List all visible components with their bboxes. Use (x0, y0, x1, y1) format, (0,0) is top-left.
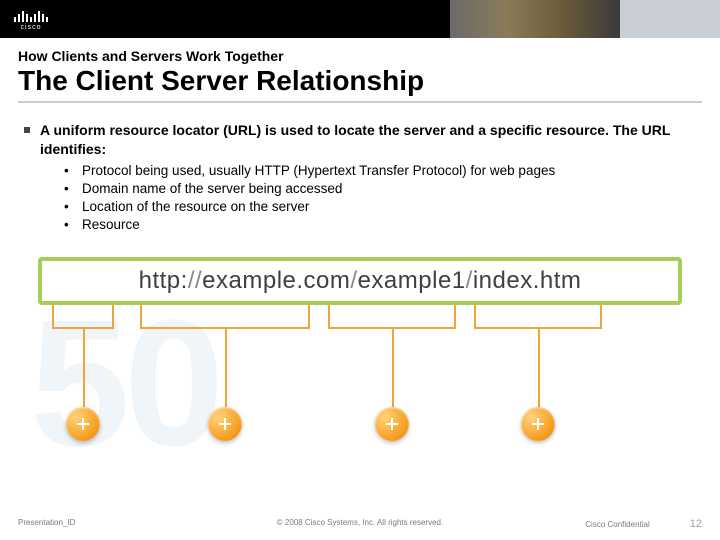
bracket-path (328, 305, 456, 329)
bracket-protocol (52, 305, 114, 329)
connector-line (225, 329, 227, 409)
main-bullet-text: A uniform resource locator (URL) is used… (40, 121, 696, 157)
header-photo-strip (450, 0, 620, 38)
cisco-logo-bars-icon (14, 8, 48, 22)
plus-icon (75, 416, 91, 432)
sub-bullet-item: Domain name of the server being accessed (64, 180, 696, 198)
sub-bullet-item: Protocol being used, usually HTTP (Hyper… (64, 162, 696, 180)
main-bullet: A uniform resource locator (URL) is used… (24, 121, 696, 157)
connector-line (538, 329, 540, 409)
square-bullet-icon (24, 127, 30, 133)
cisco-logo: cisco (14, 8, 48, 31)
cisco-logo-text: cisco (21, 24, 42, 31)
url-segment-protocol: http: (139, 267, 188, 295)
expand-protocol-button[interactable] (66, 407, 100, 441)
url-diagram: http: // example.com / example1 / index.… (38, 257, 682, 457)
footer-copyright: © 2008 Cisco Systems, Inc. All rights re… (277, 518, 443, 527)
url-separator: / (350, 267, 357, 295)
url-box: http: // example.com / example1 / index.… (38, 257, 682, 305)
connector-line (83, 329, 85, 409)
slide-pretitle: How Clients and Servers Work Together (18, 48, 702, 64)
plus-icon (384, 416, 400, 432)
url-segment-domain: example.com (202, 267, 350, 295)
url-segment-resource: index.htm (473, 267, 582, 295)
footer-confidential: Cisco Confidential (585, 520, 649, 529)
sub-bullet-item: Location of the resource on the server (64, 198, 696, 216)
url-separator: // (188, 267, 202, 295)
plus-icon (217, 416, 233, 432)
plus-row (38, 407, 682, 449)
bracket-domain (140, 305, 310, 329)
sub-bullet-item: Resource (64, 216, 696, 234)
connector-line (392, 329, 394, 409)
slide-title: The Client Server Relationship (18, 66, 702, 95)
expand-resource-button[interactable] (521, 407, 555, 441)
plus-icon (530, 416, 546, 432)
top-bar: cisco (0, 0, 720, 38)
expand-path-button[interactable] (375, 407, 409, 441)
url-separator: / (466, 267, 473, 295)
slide-footer: Presentation_ID © 2008 Cisco Systems, In… (0, 518, 720, 530)
header-gray-block (620, 0, 720, 38)
url-segment-path: example1 (358, 267, 466, 295)
page-number: 12 (690, 518, 702, 530)
bracket-resource (474, 305, 602, 329)
sub-bullet-list: Protocol being used, usually HTTP (Hyper… (24, 162, 696, 235)
expand-domain-button[interactable] (208, 407, 242, 441)
bracket-layer (38, 305, 682, 365)
footer-left: Presentation_ID (18, 518, 75, 530)
